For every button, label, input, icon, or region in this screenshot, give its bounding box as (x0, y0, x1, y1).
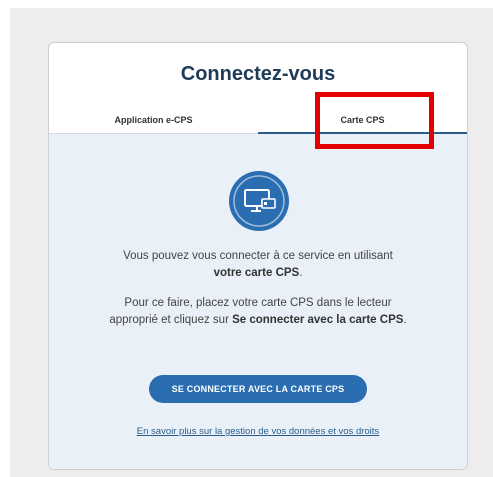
cps-instructions-text: Pour ce faire, placez votre carte CPS da… (109, 297, 407, 326)
connect-with-cps-button[interactable]: SE CONNECTER AVEC LA CARTE CPS (149, 375, 367, 403)
tab-application-ecps[interactable]: Application e-CPS (49, 115, 258, 125)
annotation-highlight-box (315, 92, 434, 149)
data-rights-link[interactable]: En savoir plus sur la gestion de vos don… (49, 426, 467, 437)
login-title: Connectez-vous (180, 63, 336, 85)
carte-cps-panel: Vous pouvez vous connecter à ce service … (49, 134, 467, 469)
computer-card-reader-icon (229, 171, 289, 231)
cps-intro-text: Vous pouvez vous connecter à ce service … (123, 250, 393, 279)
